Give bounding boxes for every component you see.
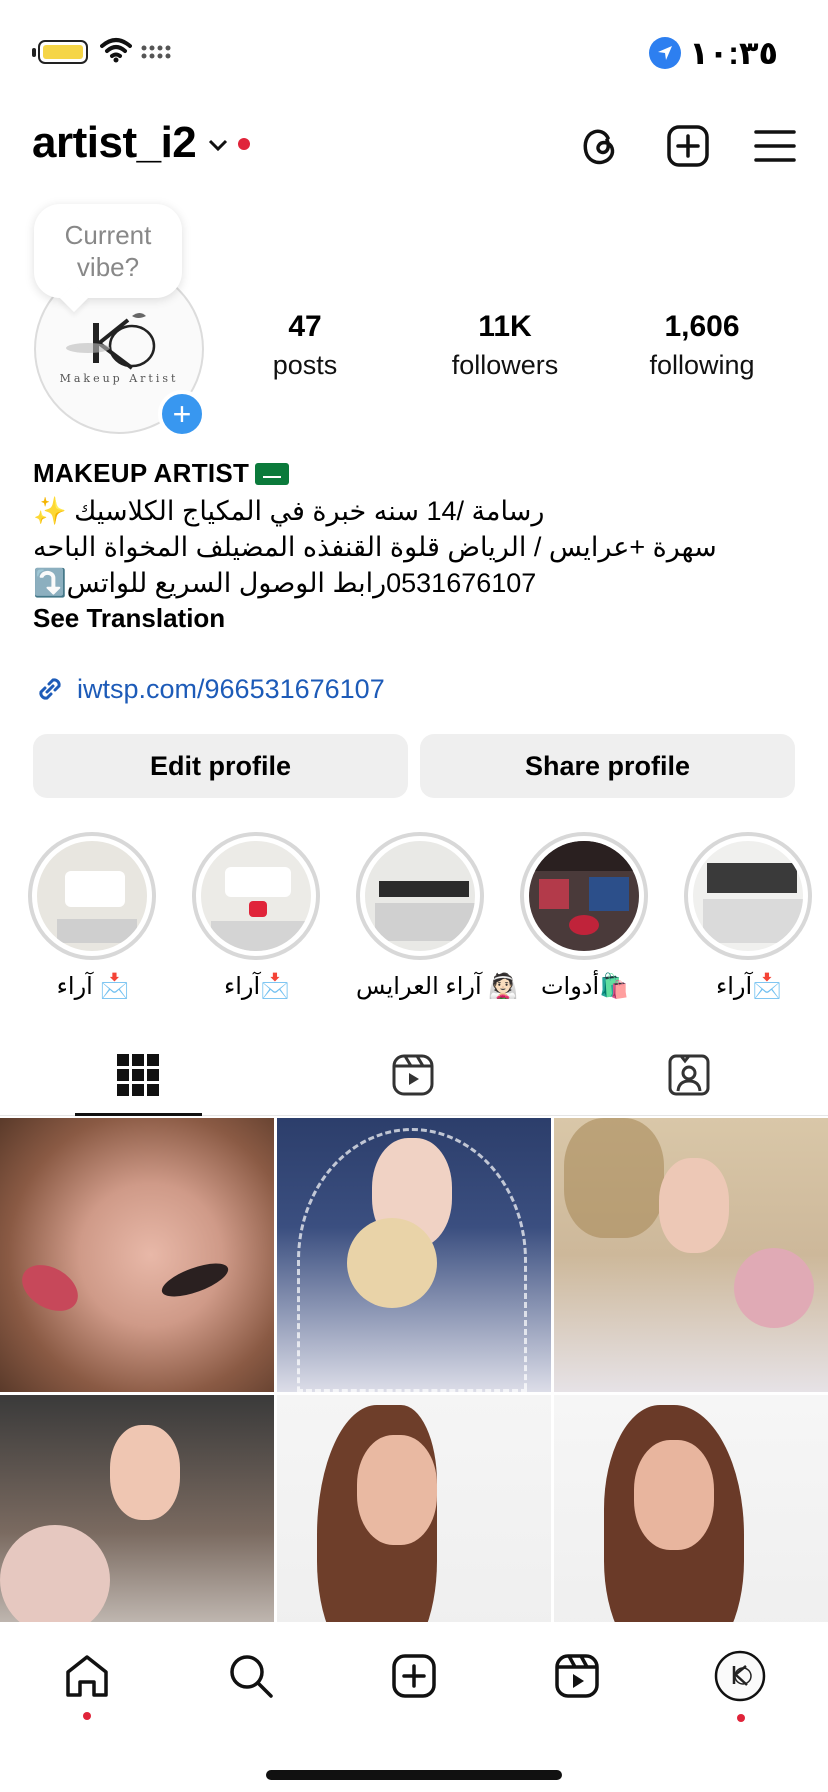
highlight-cover	[529, 841, 639, 951]
followers-count[interactable]: 11K followers	[430, 310, 580, 381]
post-thumbnail[interactable]	[554, 1118, 828, 1392]
account-switcher[interactable]: artist_i2	[32, 118, 251, 168]
tagged-icon	[668, 1054, 710, 1096]
search-icon	[230, 1655, 273, 1698]
post-thumbnail[interactable]	[0, 1118, 274, 1392]
home-indicator	[266, 1770, 562, 1780]
tab-grid[interactable]	[113, 1050, 163, 1100]
profile-link[interactable]: iwtsp.com/966531676107	[33, 672, 385, 706]
highlight-item[interactable]: آراء العرايس 👰🏻	[356, 832, 519, 1001]
posts-count[interactable]: 47 posts	[255, 310, 355, 381]
display-name: MAKEUP ARTIST	[33, 458, 798, 489]
bottom-navigation	[0, 1622, 828, 1792]
highlight-cover	[365, 841, 475, 951]
profile-stats: 47 posts 11K followers 1,606 following	[0, 310, 828, 390]
highlight-cover	[201, 841, 311, 951]
profile-avatar-icon	[714, 1650, 766, 1702]
status-bar: ١٠:٣٥	[0, 0, 828, 100]
bio: MAKEUP ARTIST رسامة /14 سنه خبرة في المك…	[33, 458, 798, 634]
bio-line-1: رسامة /14 سنه خبرة في المكياج الكلاسيك ✨	[33, 496, 545, 526]
tab-reels[interactable]	[388, 1050, 438, 1100]
highlight-cover	[37, 841, 147, 951]
profile-header: artist_i2	[32, 118, 796, 178]
create-icon	[392, 1654, 436, 1698]
username: artist_i2	[32, 118, 197, 167]
highlight-label: آراء 📩	[56, 973, 130, 1000]
profile-notification-dot	[737, 1714, 745, 1722]
battery-icon	[32, 40, 88, 64]
chevron-down-icon	[209, 139, 228, 152]
notification-dot	[238, 138, 251, 150]
threads-icon[interactable]	[578, 124, 622, 168]
highlight-label: آراء العرايس 👰🏻	[356, 973, 519, 1000]
profile-tabs	[0, 1032, 828, 1116]
plus-icon: +	[172, 395, 192, 432]
share-profile-button[interactable]: Share profile	[420, 734, 795, 798]
saudi-flag-icon	[255, 462, 290, 485]
following-count[interactable]: 1,606 following	[630, 310, 774, 381]
highlight-label: آراء📩	[715, 973, 783, 1000]
bio-line-2: سهرة +عرايس / الرياض قلوة القنفذه المضيل…	[33, 532, 717, 562]
active-tab-indicator	[75, 1113, 202, 1116]
reels-icon	[555, 1654, 599, 1698]
new-post-icon[interactable]	[666, 124, 710, 168]
menu-icon[interactable]	[754, 128, 796, 164]
highlight-item[interactable]: آراء📩	[192, 832, 322, 1001]
highlight-item[interactable]: آراء📩	[684, 832, 814, 1001]
home-notification-dot	[83, 1712, 91, 1720]
wifi-icon	[100, 38, 132, 63]
highlight-label: آراء📩	[223, 973, 291, 1000]
tab-tagged[interactable]	[664, 1050, 714, 1100]
bio-line-3: 0531676107رابط الوصول السريع للواتس⤵️	[33, 568, 537, 598]
nav-profile[interactable]	[714, 1650, 766, 1702]
home-icon	[66, 1655, 108, 1697]
add-story-button[interactable]: +	[158, 390, 206, 438]
location-icon	[649, 37, 682, 69]
highlight-item[interactable]: أدوات🛍️	[520, 832, 650, 1001]
signal-icon	[141, 45, 171, 59]
highlight-cover	[693, 841, 803, 951]
reels-icon	[392, 1054, 434, 1096]
nav-create[interactable]	[388, 1650, 440, 1702]
edit-profile-button[interactable]: Edit profile	[33, 734, 408, 798]
profile-link-text: iwtsp.com/966531676107	[77, 673, 385, 704]
post-thumbnail[interactable]	[277, 1118, 551, 1392]
note-bubble[interactable]: Current vibe?	[34, 204, 182, 298]
nav-home[interactable]	[61, 1650, 113, 1702]
clock: ١٠:٣٥	[689, 35, 778, 71]
highlight-item[interactable]: آراء 📩	[28, 832, 158, 1001]
see-translation-link[interactable]: See Translation	[33, 603, 798, 634]
grid-icon	[117, 1054, 159, 1096]
highlight-label: أدوات🛍️	[540, 973, 630, 1000]
link-icon	[39, 678, 61, 700]
nav-search[interactable]	[225, 1650, 277, 1702]
nav-reels[interactable]	[551, 1650, 603, 1702]
